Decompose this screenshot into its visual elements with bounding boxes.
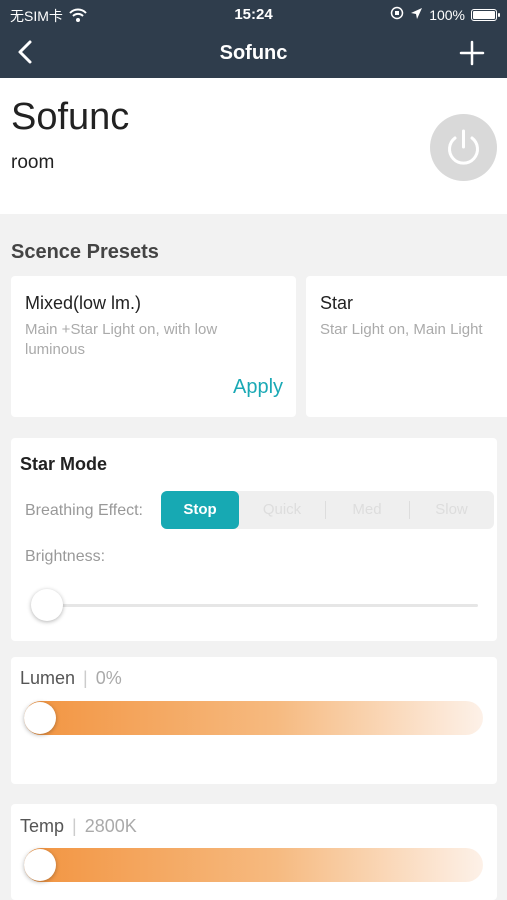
preset-desc: Main +Star Light on, with low luminous: [25, 321, 218, 358]
option-quick[interactable]: Quick: [239, 491, 325, 529]
device-header: Sofunc room: [0, 78, 507, 214]
option-slow[interactable]: Slow: [409, 491, 494, 529]
star-mode-card: Star Mode Breathing Effect: Brightness:: [11, 438, 497, 641]
brightness-label: Brightness:: [25, 548, 106, 565]
option-stop[interactable]: Stop: [161, 491, 239, 529]
preset-card-mixed[interactable]: Mixed(low lm.) Main +Star Light on, with…: [11, 276, 296, 417]
lumen-slider-knob[interactable]: [24, 702, 56, 734]
preset-desc: Star Light on, Main Light: [320, 321, 483, 338]
brightness-slider-track[interactable]: [32, 604, 478, 607]
lumen-value: 0%: [95, 668, 122, 688]
status-right: 100%: [390, 6, 500, 23]
nav-title: Sofunc: [219, 42, 288, 64]
device-name: Sofunc: [11, 96, 130, 138]
temp-label: Temp: [20, 816, 65, 836]
preset-name: Mixed(low lm.): [25, 293, 142, 313]
preset-card-star[interactable]: Star Star Light on, Main Light: [306, 276, 507, 417]
star-mode-title: Star Mode: [20, 454, 108, 474]
status-bar: 无SIM卡 15:24 100%: [0, 0, 507, 30]
brightness-slider-knob[interactable]: [31, 589, 63, 621]
breathing-label: Breathing Effect:: [25, 502, 143, 519]
battery-icon: [471, 8, 500, 21]
presets-title: Scence Presets: [11, 241, 159, 263]
battery-percent: 100%: [429, 6, 465, 23]
option-med[interactable]: Med: [325, 491, 409, 529]
nav-bar: Sofunc: [0, 30, 507, 78]
temp-slider-track[interactable]: [24, 848, 483, 882]
breathing-effect-segmented: Stop Quick Med Slow: [161, 491, 494, 529]
temp-slider-knob[interactable]: [24, 849, 56, 881]
apply-button[interactable]: Apply: [233, 376, 283, 399]
plus-icon[interactable]: [459, 40, 485, 66]
preset-name: Star: [320, 293, 354, 313]
room-label: room: [11, 152, 55, 173]
lumen-slider-track[interactable]: [24, 701, 483, 735]
temp-value: 2800K: [84, 816, 137, 836]
power-button[interactable]: [430, 114, 497, 181]
temp-label-row: Temp | 2800K: [20, 816, 137, 836]
location-arrow-icon: [410, 7, 423, 23]
lumen-label-row: Lumen | 0%: [20, 668, 122, 688]
lumen-label: Lumen: [20, 668, 76, 688]
power-icon: [448, 129, 479, 165]
lock-rotation-icon: [390, 6, 404, 23]
